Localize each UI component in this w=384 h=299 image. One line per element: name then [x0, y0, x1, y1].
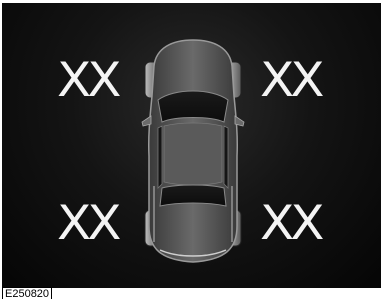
car-top-view-icon: [141, 39, 245, 263]
front-right-tire-value: XX: [260, 52, 324, 108]
tire-pressure-figure: XX XX XX XX E250820: [0, 0, 384, 299]
rear-left-tire-value: XX: [57, 195, 121, 251]
tire-pressure-display: XX XX XX XX: [2, 3, 381, 288]
front-left-tire-value: XX: [57, 52, 121, 108]
rear-right-tire-value: XX: [260, 195, 324, 251]
figure-id-label: E250820: [2, 287, 53, 299]
